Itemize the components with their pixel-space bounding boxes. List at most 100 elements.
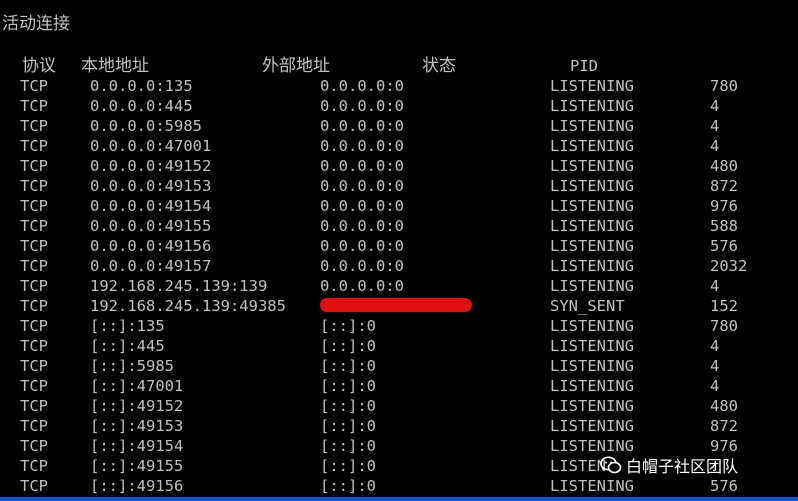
table-row: TCP 0.0.0.0:47001 0.0.0.0:0 LISTENING 4 — [0, 136, 798, 156]
table-row: TCP 0.0.0.0:49153 0.0.0.0:0 LISTENING 872 — [0, 176, 798, 196]
cell-proto: TCP — [20, 417, 48, 435]
cell-local-address: 0.0.0.0:49155 — [90, 217, 212, 235]
cell-state: LISTENING — [550, 437, 634, 455]
cell-pid: 4 — [710, 97, 720, 115]
cell-foreign-address: 0.0.0.0:0 — [320, 277, 404, 295]
cell-local-address: [::]:49154 — [90, 437, 184, 455]
table-row: TCP 0.0.0.0:49157 0.0.0.0:0 LISTENING 2032 — [0, 256, 798, 276]
cell-state: LISTENING — [550, 477, 634, 495]
cell-local-address: 0.0.0.0:5985 — [90, 117, 202, 135]
cell-state: LISTENING — [550, 77, 634, 95]
cell-local-address: [::]:445 — [90, 337, 165, 355]
cell-state: LISTENING — [550, 177, 634, 195]
cell-local-address: 0.0.0.0:47001 — [90, 137, 212, 155]
cell-local-address: 192.168.245.139:49385 — [90, 297, 286, 315]
table-row: TCP 0.0.0.0:135 0.0.0.0:0 LISTENING 780 — [0, 76, 798, 96]
cell-local-address: 0.0.0.0:49156 — [90, 237, 212, 255]
cell-state: LISTENING — [550, 417, 634, 435]
cell-pid: 4 — [710, 137, 720, 155]
redaction-mark — [320, 298, 472, 312]
cell-proto: TCP — [20, 337, 48, 355]
table-row: TCP [::]:135 [::]:0 LISTENING 780 — [0, 316, 798, 336]
table-row: TCP [::]:445 [::]:0 LISTENING 4 — [0, 336, 798, 356]
cell-pid: 4 — [710, 277, 720, 295]
cell-local-address: 0.0.0.0:49153 — [90, 177, 212, 195]
table-row: TCP [::]:49153 [::]:0 LISTENING 872 — [0, 416, 798, 436]
table-row: TCP 0.0.0.0:49154 0.0.0.0:0 LISTENING 976 — [0, 196, 798, 216]
table-row: TCP [::]:49152 [::]:0 LISTENING 480 — [0, 396, 798, 416]
cell-foreign-address: [::]:0 — [320, 437, 376, 455]
cell-proto: TCP — [20, 217, 48, 235]
header-proto: 协议 — [22, 56, 56, 76]
cell-proto: TCP — [20, 397, 48, 415]
cell-local-address: [::]:5985 — [90, 357, 174, 375]
cell-proto: TCP — [20, 77, 48, 95]
cell-state: LISTENING — [550, 337, 634, 355]
cell-pid: 576 — [710, 477, 738, 495]
cell-foreign-address: 0.0.0.0:0 — [320, 97, 404, 115]
cell-pid: 4 — [710, 357, 720, 375]
watermark: 白帽子社区团队 — [600, 454, 738, 476]
cell-pid: 872 — [710, 177, 738, 195]
cell-pid: 480 — [710, 397, 738, 415]
cell-proto: TCP — [20, 197, 48, 215]
cell-proto: TCP — [20, 377, 48, 395]
header-state: 状态 — [422, 56, 456, 76]
table-row: TCP [::]:49156 [::]:0 LISTENING 576 — [0, 476, 798, 496]
taskbar-edge — [0, 497, 798, 501]
cell-pid: 588 — [710, 217, 738, 235]
table-header: 协议 本地地址 外部地址 状态 PID — [0, 56, 798, 76]
cell-foreign-address: 0.0.0.0:0 — [320, 117, 404, 135]
cell-foreign-address: [::]:0 — [320, 357, 376, 375]
cell-proto: TCP — [20, 357, 48, 375]
cell-local-address: 0.0.0.0:49154 — [90, 197, 212, 215]
cell-foreign-address: 0.0.0.0:0 — [320, 177, 404, 195]
cell-state: LISTENING — [550, 217, 634, 235]
cell-foreign-address: 0.0.0.0:0 — [320, 197, 404, 215]
cell-proto: TCP — [20, 137, 48, 155]
cell-foreign-address: 0.0.0.0:0 — [320, 77, 404, 95]
header-foreign-address: 外部地址 — [262, 56, 330, 76]
cell-pid: 4 — [710, 377, 720, 395]
cell-proto: TCP — [20, 237, 48, 255]
cell-state: LISTEN — [550, 457, 606, 475]
cell-local-address: 0.0.0.0:49152 — [90, 157, 212, 175]
cell-proto: TCP — [20, 437, 48, 455]
cell-state: LISTENING — [550, 277, 634, 295]
table-row: TCP 0.0.0.0:49152 0.0.0.0:0 LISTENING 480 — [0, 156, 798, 176]
cell-proto: TCP — [20, 477, 48, 495]
cell-pid: 480 — [710, 157, 738, 175]
cell-state: LISTENING — [550, 157, 634, 175]
table-row: TCP 192.168.245.139:139 0.0.0.0:0 LISTENING… — [0, 276, 798, 296]
cell-proto: TCP — [20, 457, 48, 475]
cell-proto: TCP — [20, 97, 48, 115]
cell-pid: 2032 — [710, 257, 748, 275]
cell-proto: TCP — [20, 177, 48, 195]
cell-pid: 576 — [710, 237, 738, 255]
cell-pid: 4 — [710, 117, 720, 135]
cell-foreign-address: [::]:0 — [320, 477, 376, 495]
cell-foreign-address: 0.0.0.0:0 — [320, 237, 404, 255]
section-title: 活动连接 — [2, 14, 70, 34]
cell-pid: 152 — [710, 297, 738, 315]
cell-state: LISTENING — [550, 377, 634, 395]
cell-local-address: 192.168.245.139:139 — [90, 277, 268, 295]
cell-local-address: [::]:49153 — [90, 417, 184, 435]
cell-local-address: [::]:49155 — [90, 457, 184, 475]
cell-foreign-address: [::]:0 — [320, 397, 376, 415]
cell-proto: TCP — [20, 297, 48, 315]
cell-state: SYN_SENT — [550, 297, 625, 315]
table-row: TCP 0.0.0.0:445 0.0.0.0:0 LISTENING 4 — [0, 96, 798, 116]
cell-pid: 780 — [710, 317, 738, 335]
cell-local-address: [::]:49156 — [90, 477, 184, 495]
cell-foreign-address: [::]:0 — [320, 377, 376, 395]
wechat-icon — [600, 456, 622, 474]
cell-state: LISTENING — [550, 117, 634, 135]
table-row: TCP 0.0.0.0:5985 0.0.0.0:0 LISTENING 4 — [0, 116, 798, 136]
cell-foreign-address: [::]:0 — [320, 317, 376, 335]
cell-state: LISTENING — [550, 197, 634, 215]
cell-foreign-address: [::]:0 — [320, 337, 376, 355]
watermark-text: 白帽子社区团队 — [626, 457, 739, 476]
header-local-address: 本地地址 — [81, 56, 149, 76]
table-row: TCP [::]:47001 [::]:0 LISTENING 4 — [0, 376, 798, 396]
